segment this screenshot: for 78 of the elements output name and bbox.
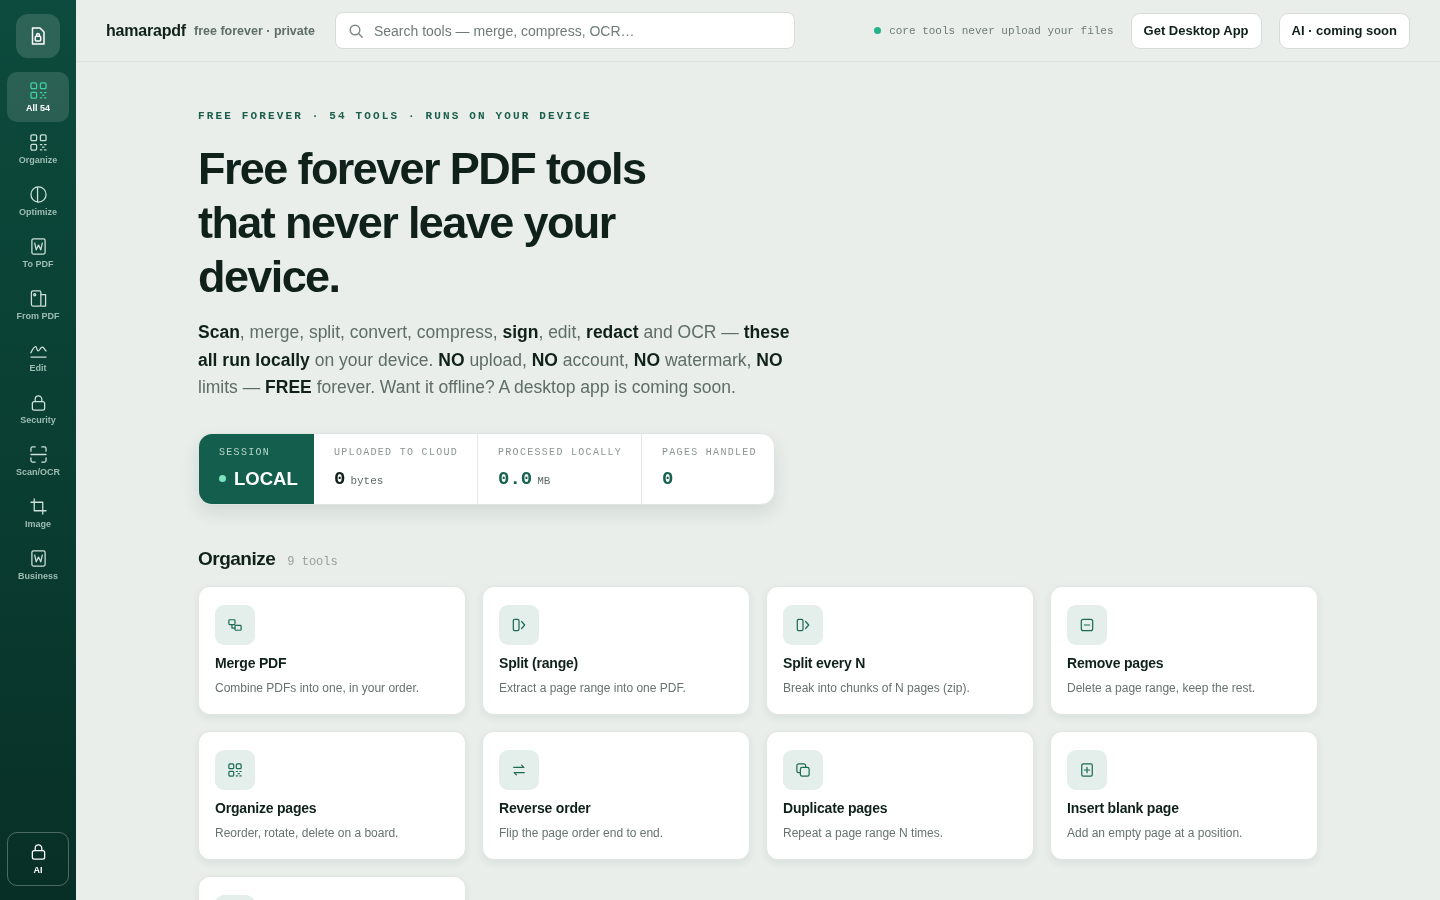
stat-label: PAGES HANDLED [662,446,754,459]
brand-name: hamarapdf [106,21,186,40]
grid-icon [29,81,47,99]
tagline: free forever · private [194,23,315,38]
tool-description: Extract a page range into one PDF. [499,679,687,697]
tool-description: Reorder, rotate, delete on a board. [215,824,400,842]
tool-description: Flip the page order end to end. [499,824,665,842]
stat-unit: bytes [350,474,384,487]
stat-label: SESSION [219,446,272,459]
tool-title: Split every N [783,653,867,672]
header-button[interactable]: AI · coming soon [1278,12,1410,49]
search-icon [348,24,363,38]
tool-card[interactable]: Split (range) Extract a page range into one PDF. [482,585,750,715]
tool-card[interactable]: Reverse order Flip the page order end to end. [482,730,750,860]
stat-label: UPLOADED TO CLOUD [334,446,457,459]
copy-icon [783,749,823,790]
tool-description: Delete a page range, keep the rest. [1067,679,1257,697]
tool-title: Reverse order [499,798,592,817]
page-chevron-icon [499,604,539,645]
stat-unit: MB [537,474,551,487]
hero-intro: Scan, merge, split, convert, compress, sign, edit, redact and OCR — these all run locally on your device. NO upload, NO account, NO watermark, NO limits — FREE forever. Want it offline? A desktop app is coming soon. [198,321,791,399]
tool-description: Repeat a page range N times. [783,824,945,842]
stat-value: LOCAL [234,466,298,491]
tool-title: Split (range) [499,653,580,672]
documents-icon [29,289,47,307]
sidebar-item[interactable]: Optimize [7,176,69,226]
tool-card[interactable]: Split every N Break into chunks of N pages (zip). [766,585,1034,715]
tool-title: Remove pages [1067,653,1165,672]
sidebar-item[interactable]: Business [7,540,69,590]
section-title: Organize [198,546,276,571]
plus-document-icon [1067,749,1107,790]
tool-description: Combine PDFs into one, in your order. [215,679,421,697]
contrast-icon [29,185,47,203]
tool-card[interactable]: Remove pages Delete a page range, keep the rest. [1050,585,1318,715]
hero-title: Free forever PDF tools that never leave your device. [198,142,647,304]
ai-button[interactable]: AI [7,832,69,886]
tool-card[interactable]: Merge PDF Combine PDFs into one, in your order. [198,585,466,715]
header-button[interactable]: Get Desktop App [1130,12,1262,49]
page-chevron-icon [783,604,823,645]
swap-arrows-icon [499,749,539,790]
grid-icon [29,133,47,151]
stat-value: 0 [334,466,346,492]
tool-title: Organize pages [215,798,318,817]
document-icon [29,237,47,255]
linked-boxes-icon [215,604,255,645]
stat-label: PROCESSED LOCALLY [498,446,621,459]
sidebar-item[interactable]: Edit [7,332,69,382]
search-field[interactable]: Search tools — merge, compress, OCR… [334,12,795,49]
status-text: core tools never upload your files [889,24,1114,37]
tool-title: Duplicate pages [783,798,889,817]
eyebrow-text: FREE FOREVER · 54 TOOLS · RUNS ON YOUR DEVICE [198,109,593,123]
sidebar-item[interactable]: Image [7,488,69,538]
tool-title: Insert blank page [1067,798,1180,817]
minus-square-icon [1067,604,1107,645]
sidebar-item[interactable]: Organize [7,124,69,174]
tool-card[interactable]: Duplicate pages Repeat a page range N times. [766,730,1034,860]
tool-description: Add an empty page at a position. [1067,824,1244,842]
status-dot-icon [219,475,226,482]
tool-card[interactable]: Insert blank page Add an empty page at a position. [1050,730,1318,860]
sidebar-item[interactable]: To PDF [7,228,69,278]
tool-card[interactable]: Organize pages Reorder, rotate, delete on a board. [198,730,466,860]
status-dot-icon [874,27,882,34]
stat-value: 0.0 [498,466,533,492]
stat-value: 0 [662,466,674,492]
tool-description: Break into chunks of N pages (zip). [783,679,971,697]
logo-icon [16,14,60,58]
document-icon [29,549,47,567]
tool-count: 9 tools [287,554,338,569]
sidebar-item[interactable]: Security [7,384,69,434]
lock-icon [29,843,47,860]
crop-icon [29,497,47,515]
tool-title: Merge PDF [215,653,288,672]
lock-icon [29,393,47,411]
grid-icon [215,749,255,790]
sidebar-item[interactable]: Scan/OCR [7,436,69,486]
sidebar-item[interactable]: From PDF [7,280,69,330]
scan-icon [29,445,47,463]
sidebar-item[interactable]: All 54 [7,72,69,122]
